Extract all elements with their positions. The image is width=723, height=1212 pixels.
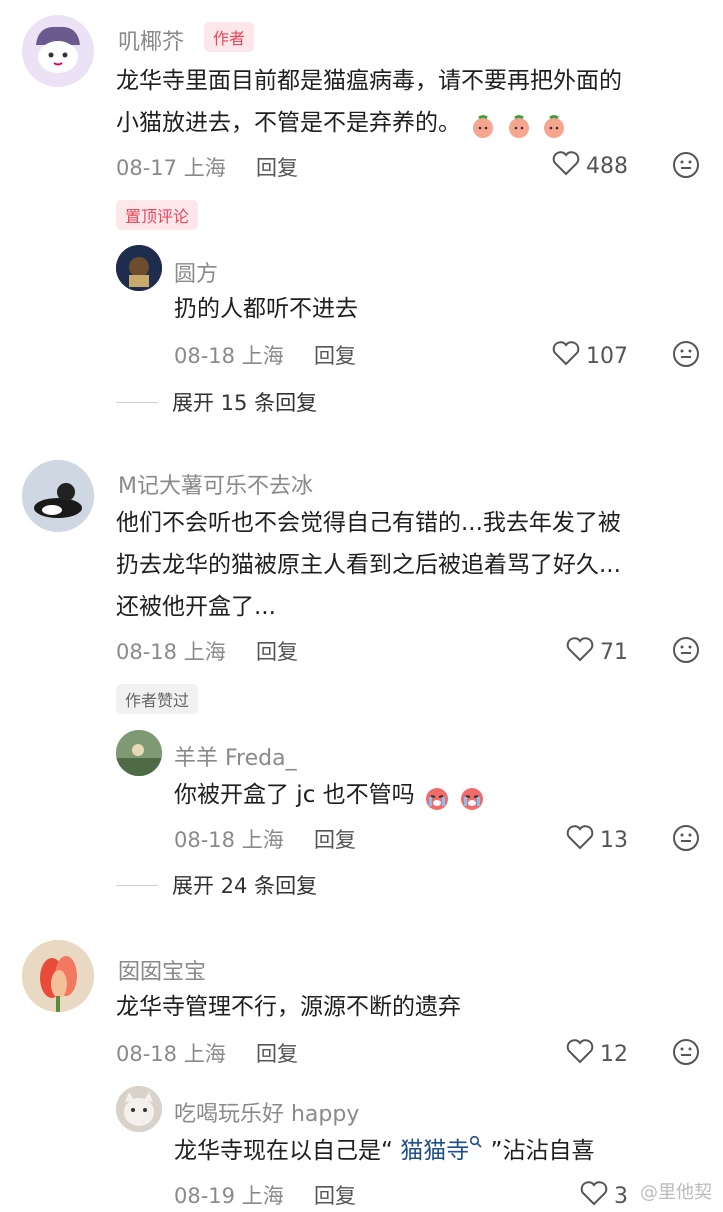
heart-outline-icon (580, 1180, 608, 1212)
comment-text: 龙华寺里面目前都是猫瘟病毒，请不要再把外面的 (116, 68, 622, 94)
reply-text: 龙华寺现在以自己是“ 猫猫寺 ”沾沾自喜 (174, 1130, 594, 1172)
peach-emoji-icon (470, 111, 496, 138)
reply-location: 上海 (241, 828, 284, 852)
reply-text: 扔的人都听不进去 (174, 296, 358, 322)
expand-replies-label: 展开 15 条回复 (172, 391, 318, 415)
heart-outline-icon (552, 340, 580, 372)
comment-location: 上海 (183, 1042, 226, 1066)
avatar[interactable] (116, 730, 162, 776)
comment-text-line: 小猫放进去，不管是不是弃养的。 (116, 110, 461, 136)
author-badge: 作者 (204, 22, 255, 52)
crying-emoji-icon (424, 783, 450, 810)
peach-emoji-icon (506, 111, 532, 138)
like-button[interactable]: 13 (566, 824, 628, 856)
reply-meta: 08-18 上海 (174, 340, 284, 370)
reply-text-content: 你被开盒了 jc 也不管吗 (174, 782, 415, 808)
reply-button[interactable]: 回复 (256, 636, 298, 666)
reply-location: 上海 (241, 1184, 284, 1208)
comment-date: 08-17 (116, 156, 178, 180)
smiley-face-icon[interactable] (672, 1038, 700, 1070)
reply-date: 08-19 (174, 1184, 236, 1208)
expand-replies-button[interactable]: 展开 24 条回复 (116, 870, 317, 900)
comment-text: 还被他开盒了... (116, 594, 276, 620)
like-button[interactable]: 107 (552, 340, 628, 372)
like-button[interactable]: 12 (566, 1038, 628, 1070)
divider (116, 884, 158, 886)
smiley-face-icon[interactable] (672, 340, 700, 372)
reply-date: 08-18 (174, 828, 236, 852)
comment-text: 小猫放进去，不管是不是弃养的。 (116, 102, 567, 144)
reply-button[interactable]: 回复 (314, 824, 356, 854)
comment-location: 上海 (183, 640, 226, 664)
search-icon (469, 1136, 483, 1164)
like-button[interactable]: 71 (566, 636, 628, 668)
comment-text: 扔去龙华的猫被原主人看到之后被追着骂了好久... (116, 552, 621, 578)
smiley-face-icon[interactable] (672, 824, 700, 856)
expand-replies-label: 展开 24 条回复 (172, 874, 318, 898)
avatar[interactable] (22, 15, 94, 87)
heart-outline-icon (566, 824, 594, 856)
reply-location: 上海 (241, 344, 284, 368)
divider (116, 401, 158, 403)
comment-location: 上海 (183, 156, 226, 180)
avatar[interactable] (22, 460, 94, 532)
pinned-tag: 置顶评论 (116, 200, 199, 230)
username[interactable]: 羊羊 Freda_ (174, 740, 297, 772)
comment-date: 08-18 (116, 640, 178, 664)
peach-emoji-icon (541, 111, 567, 138)
reply-text: 你被开盒了 jc 也不管吗 (174, 774, 485, 816)
username[interactable]: 吃喝玩乐好 happy (174, 1096, 359, 1128)
comment-date: 08-18 (116, 1042, 178, 1066)
reply-date: 08-18 (174, 344, 236, 368)
like-count: 71 (600, 639, 628, 665)
smiley-face-icon[interactable] (672, 151, 700, 183)
comment-text: 龙华寺管理不行，源源不断的遗弃 (116, 994, 461, 1020)
username[interactable]: 圆方 (174, 256, 218, 288)
reply-button[interactable]: 回复 (256, 1038, 298, 1068)
like-count: 488 (586, 153, 628, 179)
heart-outline-icon (566, 636, 594, 668)
username[interactable]: M记大薯可乐不去冰 (118, 468, 313, 500)
crying-emoji-icon (459, 783, 485, 810)
smiley-face-icon[interactable] (672, 636, 700, 668)
reply-button[interactable]: 回复 (314, 340, 356, 370)
reply-text-after: ”沾沾自喜 (483, 1138, 595, 1164)
watermark: @里他契 (640, 1182, 712, 1203)
comment-meta: 08-18 上海 (116, 1038, 226, 1068)
reply-meta: 08-19 上海 (174, 1180, 284, 1210)
avatar[interactable] (116, 245, 162, 291)
heart-outline-icon (566, 1038, 594, 1070)
reply-meta: 08-18 上海 (174, 824, 284, 854)
author-liked-tag: 作者赞过 (116, 684, 199, 714)
username[interactable]: 叽椰芥 (118, 24, 184, 56)
comment-meta: 08-17 上海 (116, 152, 226, 182)
hashtag-label: 猫猫寺 (400, 1138, 470, 1164)
reply-text-before: 龙华寺现在以自己是“ (174, 1138, 401, 1164)
comment-meta: 08-18 上海 (116, 636, 226, 666)
comment-text: 他们不会听也不会觉得自己有错的...我去年发了被 (116, 510, 621, 536)
hashtag-link[interactable]: 猫猫寺 (400, 1136, 483, 1164)
avatar[interactable] (22, 940, 94, 1012)
expand-replies-button[interactable]: 展开 15 条回复 (116, 387, 317, 417)
like-button[interactable]: 3 (580, 1180, 628, 1212)
like-count: 3 (614, 1183, 628, 1209)
username[interactable]: 囡囡宝宝 (118, 954, 206, 986)
like-count: 107 (586, 343, 628, 369)
heart-outline-icon (552, 150, 580, 182)
like-count: 12 (600, 1041, 628, 1067)
reply-button[interactable]: 回复 (256, 152, 298, 182)
like-button[interactable]: 488 (552, 150, 628, 182)
avatar[interactable] (116, 1086, 162, 1132)
reply-button[interactable]: 回复 (314, 1180, 356, 1210)
like-count: 13 (600, 827, 628, 853)
